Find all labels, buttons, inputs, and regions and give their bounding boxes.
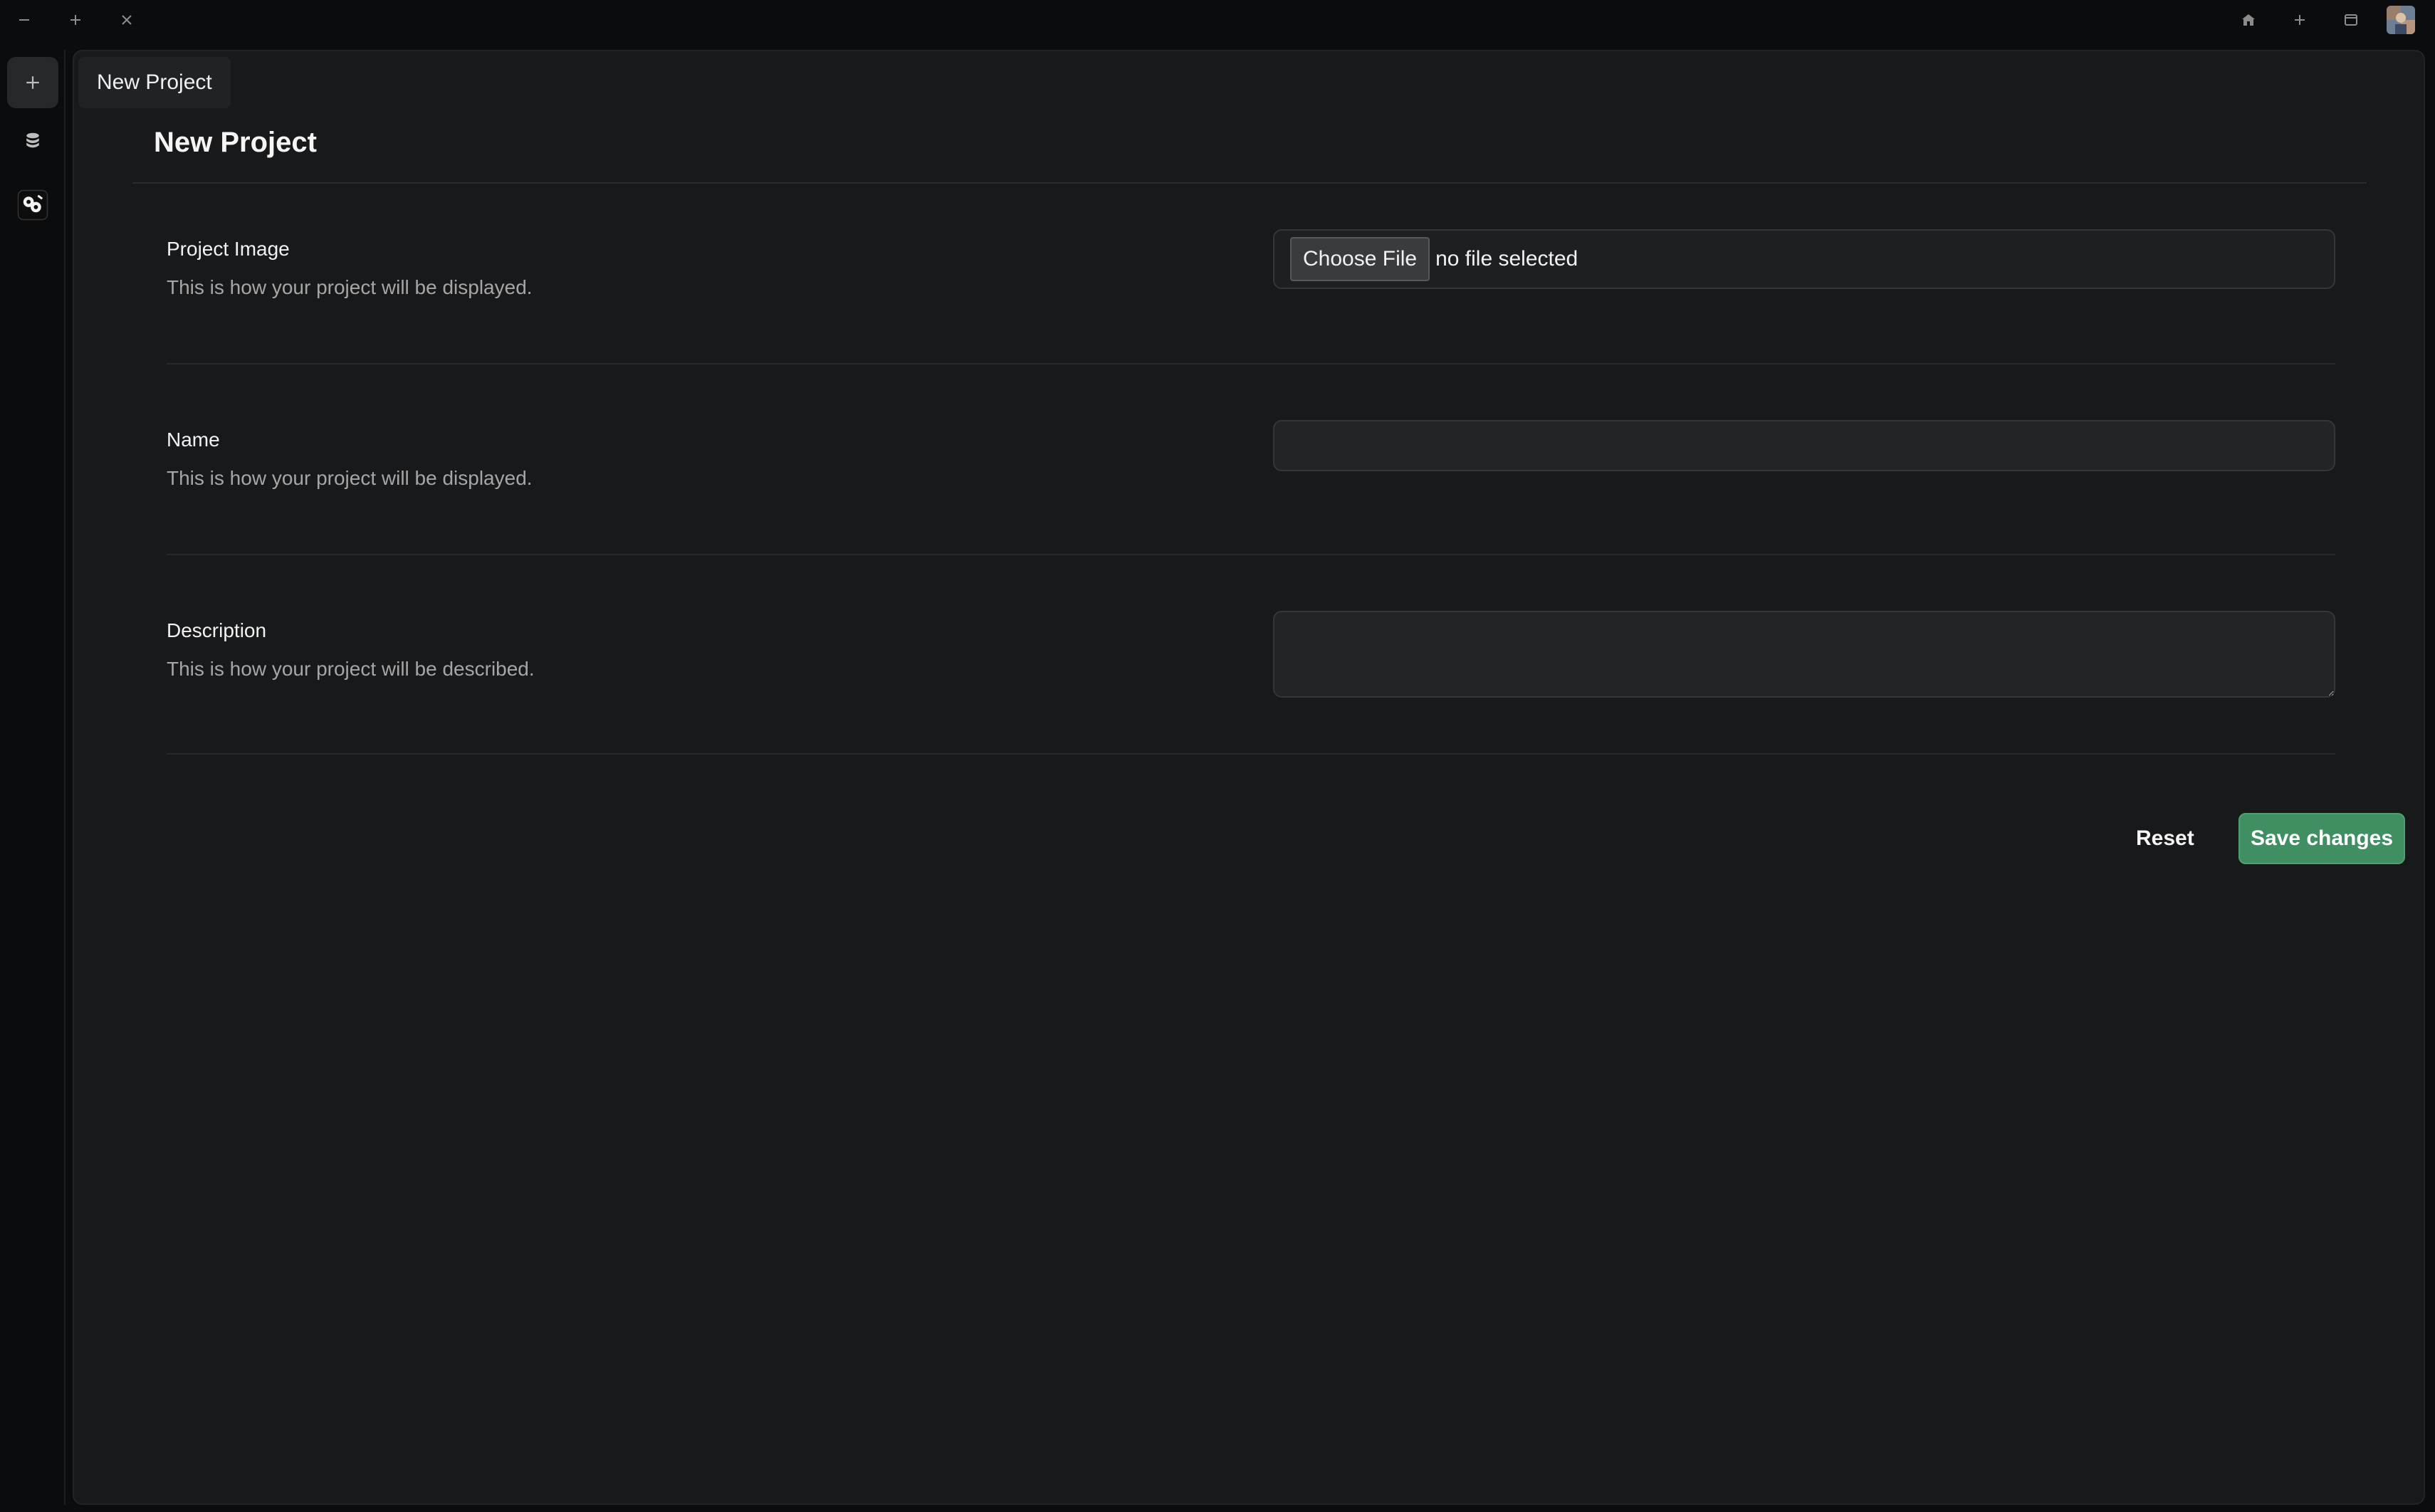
- name-label: Name: [167, 429, 220, 451]
- window-icon[interactable]: [2338, 7, 2364, 33]
- database-icon: [26, 132, 39, 148]
- save-changes-button[interactable]: Save changes: [2238, 813, 2405, 864]
- database-button[interactable]: [7, 115, 58, 167]
- avatar[interactable]: [2387, 6, 2415, 34]
- name-help: This is how your project will be display…: [167, 467, 533, 489]
- title-bar: [0, 0, 2435, 40]
- logo-icon: [17, 189, 48, 221]
- main-panel: New Project Project Image This is how yo…: [73, 50, 2425, 1505]
- home-icon[interactable]: [2236, 7, 2261, 33]
- project-image-help: This is how your project will be display…: [167, 276, 533, 298]
- new-project-tooltip: New Project: [78, 57, 231, 108]
- new-project-button[interactable]: [7, 57, 58, 108]
- logo-button[interactable]: [7, 179, 58, 231]
- description-help: This is how your project will be describ…: [167, 658, 535, 680]
- description-label: Description: [167, 619, 267, 641]
- section-divider: [167, 753, 2335, 755]
- project-image-file-input[interactable]: Choose File no file selected: [1273, 229, 2335, 289]
- reset-button[interactable]: Reset: [2116, 813, 2214, 864]
- project-image-label: Project Image: [167, 238, 290, 260]
- file-status-text: no file selected: [1435, 247, 1578, 271]
- section-divider: [167, 554, 2335, 555]
- description-textarea[interactable]: [1273, 611, 2335, 698]
- plus-icon: [26, 76, 39, 89]
- choose-file-button[interactable]: Choose File: [1290, 237, 1430, 281]
- close-icon[interactable]: [114, 7, 140, 33]
- minimize-icon[interactable]: [11, 7, 37, 33]
- title-divider: [132, 182, 2367, 184]
- name-input[interactable]: [1273, 420, 2335, 471]
- left-rail: [0, 50, 66, 1505]
- new-tab-plus-icon[interactable]: [2287, 7, 2313, 33]
- section-divider: [167, 363, 2335, 364]
- page-title: New Project: [154, 127, 317, 158]
- plus-icon[interactable]: [63, 7, 88, 33]
